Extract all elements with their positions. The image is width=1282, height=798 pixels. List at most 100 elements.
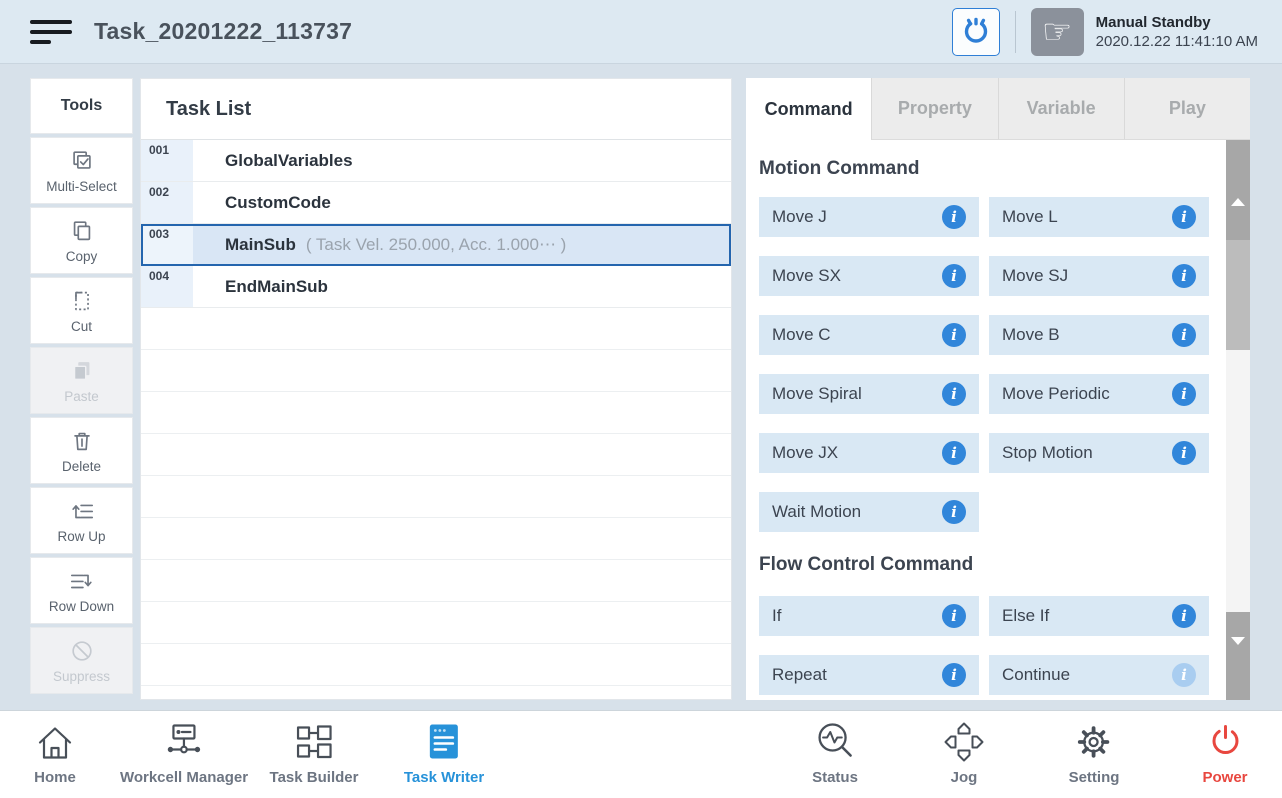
page-title: Task_20201222_113737	[94, 18, 352, 45]
tab-play[interactable]: Play	[1124, 78, 1250, 140]
command-button-move-sj[interactable]: Move SJi	[989, 256, 1209, 296]
info-icon[interactable]: i	[942, 205, 966, 229]
task-name: GlobalVariables	[225, 151, 353, 171]
power-icon	[1203, 720, 1247, 764]
row-down-icon	[69, 568, 95, 594]
command-label: Move JX	[772, 443, 838, 463]
command-label: Stop Motion	[1002, 443, 1093, 463]
command-label: Move Periodic	[1002, 384, 1110, 404]
task-row-selected[interactable]: 003 MainSub ( Task Vel. 250.000, Acc. 1.…	[141, 224, 731, 266]
tool-label: Suppress	[53, 669, 110, 684]
manual-hand-icon: ☞	[1031, 8, 1084, 56]
tool-label: Paste	[64, 389, 99, 404]
row-up-button[interactable]: Row Up	[30, 487, 133, 554]
command-button-move-c[interactable]: Move C i	[759, 315, 979, 355]
info-icon[interactable]: i	[942, 500, 966, 524]
suppress-button[interactable]: Suppress	[30, 627, 133, 694]
task-row-empty	[141, 686, 731, 700]
paste-button[interactable]: Paste	[30, 347, 133, 414]
info-icon[interactable]: i	[1172, 441, 1196, 465]
info-icon[interactable]: i	[1172, 264, 1196, 288]
nav-item-status[interactable]: Status	[812, 720, 858, 786]
hamburger-menu-icon[interactable]	[30, 20, 72, 44]
task-row[interactable]: 004 EndMainSub	[141, 266, 731, 308]
gripper-button[interactable]	[952, 8, 1000, 56]
suppress-icon	[69, 638, 95, 664]
nav-item-home[interactable]: Home	[33, 720, 77, 786]
command-label: Wait Motion	[772, 502, 861, 522]
task-builder-icon	[292, 720, 336, 764]
command-label: Move C	[772, 325, 831, 345]
nav-item-setting[interactable]: Setting	[1069, 720, 1120, 786]
command-button-if[interactable]: Ifi	[759, 596, 979, 636]
info-icon[interactable]: i	[1172, 205, 1196, 229]
command-panel-tabs: Command Property Variable Play	[746, 78, 1250, 140]
nav-label: Power	[1202, 769, 1247, 786]
info-icon[interactable]: i	[942, 604, 966, 628]
command-label: Move Spiral	[772, 384, 862, 404]
command-button-move-sx[interactable]: Move SX i	[759, 256, 979, 296]
command-label: Move L	[1002, 207, 1058, 227]
command-label: Else If	[1002, 606, 1049, 626]
delete-icon	[69, 428, 95, 454]
divider	[1015, 11, 1016, 53]
info-icon[interactable]: i	[942, 323, 966, 347]
command-label: Repeat	[772, 665, 827, 685]
task-list-panel: Task List 001 GlobalVariables 002 Custom…	[140, 78, 732, 700]
section-title-motion: Motion Command	[759, 158, 1250, 180]
command-button-move-b[interactable]: Move B i	[989, 315, 1209, 355]
task-row-empty	[141, 518, 731, 560]
copy-button[interactable]: Copy	[30, 207, 133, 274]
task-row-empty	[141, 602, 731, 644]
scroll-up-button[interactable]	[1226, 140, 1250, 240]
task-writer-icon	[422, 720, 466, 764]
command-button-stop-motion[interactable]: Stop Motion i	[989, 433, 1209, 473]
command-label: Move SX	[772, 266, 841, 286]
tab-property[interactable]: Property	[871, 78, 997, 140]
copy-icon	[69, 218, 95, 244]
nav-item-task-writer[interactable]: Task Writer	[404, 720, 484, 786]
task-name: CustomCode	[225, 193, 331, 213]
task-row[interactable]: 001 GlobalVariables	[141, 140, 731, 182]
info-icon[interactable]: i	[1172, 323, 1196, 347]
command-button-move-periodic[interactable]: Move Periodic i	[989, 374, 1209, 414]
command-button-move-spiral[interactable]: Move Spiral i	[759, 374, 979, 414]
nav-item-power[interactable]: Power	[1202, 720, 1247, 786]
tab-variable[interactable]: Variable	[998, 78, 1124, 140]
command-button-wait-motion[interactable]: Wait Motion i	[759, 492, 979, 532]
nav-label: Home	[34, 769, 76, 786]
tools-title: Tools	[30, 78, 133, 134]
command-button-repeat[interactable]: Repeat i	[759, 655, 979, 695]
info-icon[interactable]: i	[1172, 663, 1196, 687]
command-label: Move B	[1002, 325, 1060, 345]
info-icon[interactable]: i	[1172, 382, 1196, 406]
tab-command[interactable]: Command	[746, 78, 871, 140]
command-panel: Command Property Variable Play Motion Co…	[746, 78, 1250, 700]
multi-select-button[interactable]: Multi-Select	[30, 137, 133, 204]
cut-button[interactable]: Cut	[30, 277, 133, 344]
command-scrollbar	[1226, 140, 1250, 700]
info-icon[interactable]: i	[942, 441, 966, 465]
task-name: MainSub	[225, 235, 296, 255]
command-button-move-l[interactable]: Move L i	[989, 197, 1209, 237]
nav-item-task-builder[interactable]: Task Builder	[270, 720, 359, 786]
scroll-down-arrow-icon	[1231, 637, 1245, 645]
info-icon[interactable]: i	[1172, 604, 1196, 628]
task-row[interactable]: 002 CustomCode	[141, 182, 731, 224]
tool-label: Copy	[66, 249, 98, 264]
row-down-button[interactable]: Row Down	[30, 557, 133, 624]
info-icon[interactable]: i	[942, 382, 966, 406]
info-icon[interactable]: i	[942, 663, 966, 687]
command-button-move-jx[interactable]: Move JX i	[759, 433, 979, 473]
jog-icon	[942, 720, 986, 764]
scroll-down-button[interactable]	[1226, 612, 1250, 700]
info-icon[interactable]: i	[942, 264, 966, 288]
command-button-else-if[interactable]: Else If i	[989, 596, 1209, 636]
nav-item-jog[interactable]: Jog	[942, 720, 986, 786]
top-bar: Task_20201222_113737 ☞ Manual Standby 20…	[0, 0, 1282, 64]
command-button-continue[interactable]: Continuei	[989, 655, 1209, 695]
nav-item-workcell-manager[interactable]: Workcell Manager	[120, 720, 248, 786]
scrollbar-thumb[interactable]	[1226, 240, 1250, 350]
delete-button[interactable]: Delete	[30, 417, 133, 484]
command-button-move-j[interactable]: Move Ji	[759, 197, 979, 237]
